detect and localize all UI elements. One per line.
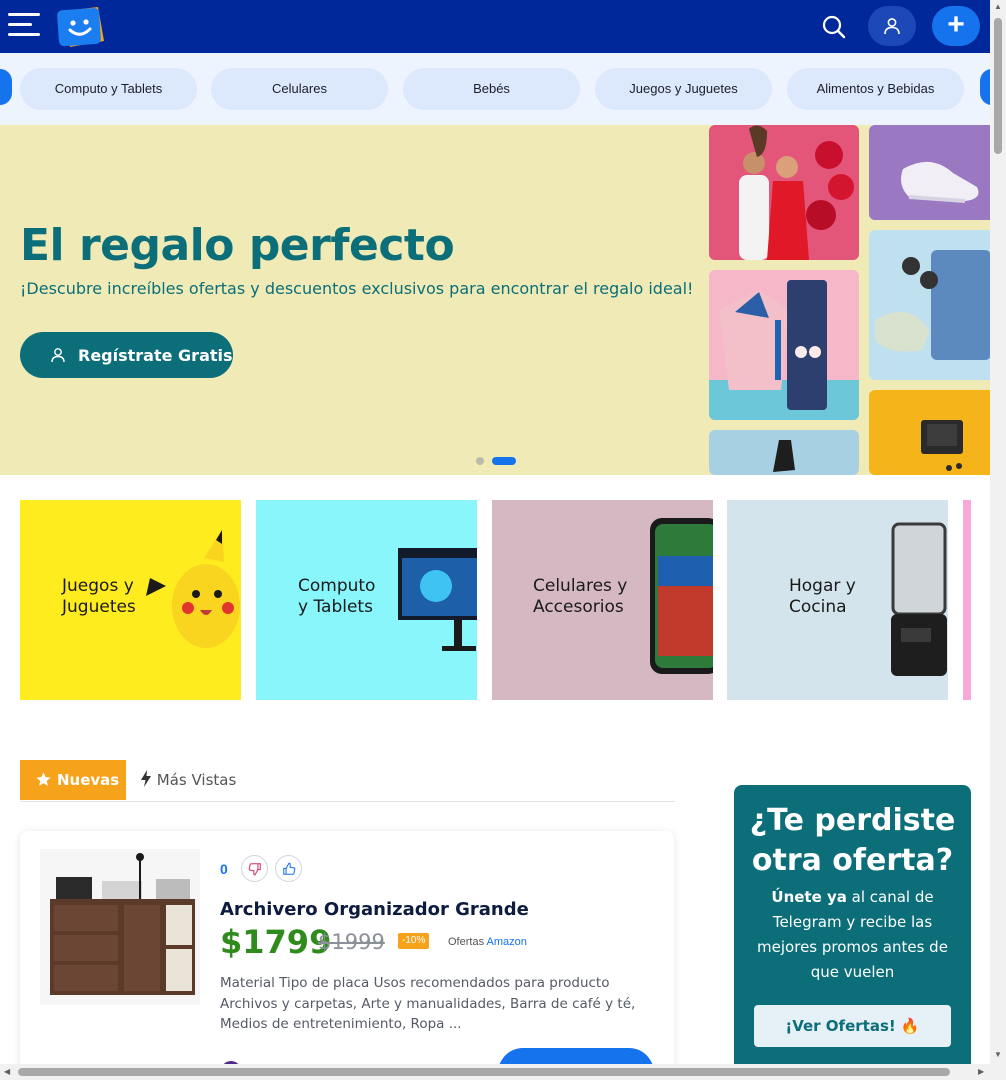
deal-card[interactable]: 0 Archivero Organizador Grande $1799 $19… — [20, 831, 674, 1080]
upvote-button[interactable] — [275, 855, 302, 882]
user-icon — [51, 348, 65, 363]
sneaker-image — [869, 125, 990, 220]
category-card-label: Hogar y Cocina — [789, 576, 856, 617]
tabs-divider — [20, 801, 675, 802]
category-card-juegos-juguetes[interactable]: Juegos y Juguetes — [20, 500, 241, 700]
carousel-dot-2[interactable] — [492, 457, 516, 465]
tab-mas-vistas[interactable]: Más Vistas — [140, 770, 236, 789]
logo[interactable] — [54, 5, 106, 49]
category-card-hogar-cocina[interactable]: Hogar y Cocina — [727, 500, 948, 700]
downvote-button[interactable] — [241, 855, 268, 882]
star-icon — [36, 772, 51, 786]
gameboy-image — [869, 390, 990, 475]
add-deal-button[interactable]: + — [932, 6, 980, 46]
category-card-label: Computo y Tablets — [298, 576, 376, 617]
discount-badge: -10% — [398, 933, 430, 949]
promo-text: Únete ya al canal de Telegram y recibe l… — [757, 888, 948, 981]
tab-nuevas-label: Nuevas — [57, 771, 120, 789]
product-title[interactable]: Archivero Organizador Grande — [220, 899, 529, 920]
horizontal-scroll-thumb[interactable] — [18, 1068, 950, 1076]
user-icon — [884, 18, 900, 35]
store-link[interactable]: Amazon — [487, 936, 527, 948]
vote-count: 0 — [220, 861, 228, 877]
monitor-image — [398, 548, 477, 651]
telegram-promo: ¿Te perdiste otra oferta? Únete ya al can… — [734, 785, 971, 1080]
hero-subtitle: ¡Descubre increíbles ofertas y descuento… — [20, 279, 694, 298]
register-button-label: Regístrate Gratis — [78, 346, 233, 365]
product-price: $1799 — [220, 923, 332, 961]
chip-scroll-left[interactable] — [0, 69, 12, 105]
chip-scroll-right[interactable] — [980, 69, 990, 105]
category-chip-bar: Computo y Tablets Celulares Bebés Juegos… — [0, 53, 990, 125]
user-account-button[interactable] — [868, 6, 916, 46]
category-card-partial[interactable] — [963, 500, 971, 700]
chip-alimentos-bebidas[interactable]: Alimentos y Bebidas — [787, 68, 964, 110]
smartphone-image — [650, 518, 713, 674]
hero-title: El regalo perfecto — [20, 220, 455, 271]
search-icon[interactable] — [818, 11, 850, 43]
product-image[interactable] — [40, 849, 200, 1005]
promo-title: ¿Te perdiste otra oferta? — [749, 803, 956, 878]
category-card-label: Juegos y Juguetes — [62, 576, 136, 617]
tab-mas-vistas-label: Más Vistas — [156, 771, 237, 789]
hamburger-menu-icon[interactable] — [8, 11, 40, 39]
heels-image — [709, 430, 859, 475]
chip-juegos-juguetes[interactable]: Juegos y Juguetes — [595, 68, 772, 110]
product-description: Material Tipo de placa Usos recomendados… — [220, 975, 636, 1032]
thumbs-up-icon — [283, 862, 296, 875]
vertical-scroll-thumb[interactable] — [994, 18, 1002, 154]
hero-banner: El regalo perfecto ¡Descubre increíbles … — [0, 125, 990, 475]
clothes-flatlay-image — [709, 270, 859, 420]
pikachu-image — [146, 530, 240, 648]
category-card-celulares-accesorios[interactable]: Celulares y Accesorios — [492, 500, 713, 700]
top-navbar: + — [0, 0, 990, 53]
blender-image — [891, 522, 947, 676]
register-button[interactable]: Regístrate Gratis — [20, 332, 233, 378]
chip-bebes[interactable]: Bebés — [403, 68, 580, 110]
store-info: Ofertas Amazon — [448, 936, 527, 948]
product-old-price: $1999 — [318, 930, 385, 954]
category-card-label: Celulares y Accesorios — [533, 576, 628, 617]
couple-valentine-image — [709, 125, 859, 260]
horizontal-scrollbar[interactable]: ◀ ▶ — [0, 1064, 990, 1080]
see-offers-button[interactable]: ¡Ver Ofertas! 🔥 — [754, 1005, 951, 1047]
page: + Computo y Tablets Celulares Bebés Jueg… — [0, 0, 1006, 1080]
jeans-sunglasses-image — [869, 230, 990, 380]
tab-nuevas[interactable]: Nuevas — [20, 760, 126, 800]
vertical-scrollbar[interactable]: ▲ ▼ — [990, 0, 1006, 1080]
chip-celulares[interactable]: Celulares — [211, 68, 388, 110]
thumbs-down-icon — [248, 863, 261, 876]
carousel-dot-1[interactable] — [476, 457, 484, 465]
bolt-icon — [141, 770, 151, 787]
chip-computo-tablets[interactable]: Computo y Tablets — [20, 68, 197, 110]
category-card-computo-tablets[interactable]: Computo y Tablets — [256, 500, 477, 700]
